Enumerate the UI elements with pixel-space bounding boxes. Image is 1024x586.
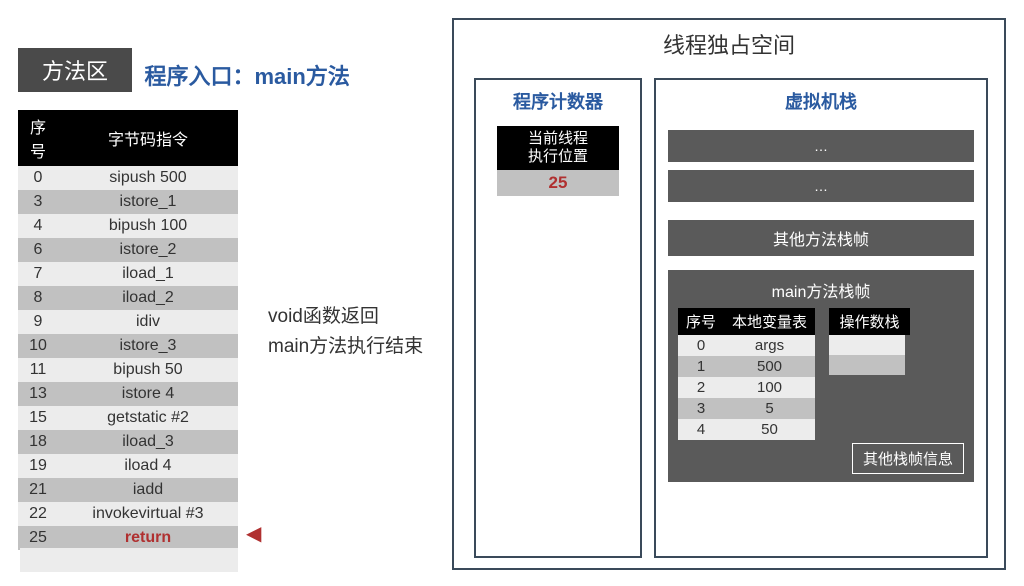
bytecode-instruction: iload_1 bbox=[58, 262, 238, 286]
bytecode-row: 19iload 4 bbox=[18, 454, 238, 478]
bytecode-index: 21 bbox=[18, 478, 58, 502]
locals-row: 2100 bbox=[678, 377, 815, 398]
stack-frame-slot: … bbox=[668, 170, 974, 202]
locals-header-index: 序号 bbox=[678, 308, 724, 335]
bytecode-instruction: iload 4 bbox=[58, 454, 238, 478]
locals-header-var: 本地变量表 bbox=[724, 308, 815, 335]
col-header-instruction: 字节码指令 bbox=[58, 110, 238, 166]
program-entry-label: 程序入口：main方法 bbox=[144, 59, 349, 91]
bytecode-row: 3istore_1 bbox=[18, 190, 238, 214]
operand-stack-slot bbox=[829, 335, 905, 355]
operand-stack-header: 操作数栈 bbox=[829, 308, 909, 335]
bytecode-instruction: return bbox=[58, 526, 238, 550]
bytecode-instruction: bipush 50 bbox=[58, 358, 238, 382]
locals-index: 1 bbox=[678, 356, 724, 377]
bytecode-index: 13 bbox=[18, 382, 58, 406]
locals-value: 500 bbox=[724, 356, 815, 377]
bytecode-instruction: iload_2 bbox=[58, 286, 238, 310]
method-area-tag: 方法区 bbox=[18, 48, 132, 92]
bytecode-row: 18iload_3 bbox=[18, 430, 238, 454]
bytecode-row: 4bipush 100 bbox=[18, 214, 238, 238]
bytecode-instruction: getstatic #2 bbox=[58, 406, 238, 430]
program-counter-box: 当前线程 执行位置 25 bbox=[497, 126, 619, 196]
locals-table: 序号 本地变量表 0args1500210035450 bbox=[678, 308, 815, 440]
bytecode-index: 7 bbox=[18, 262, 58, 286]
bytecode-index: 22 bbox=[18, 502, 58, 526]
bytecode-index: 19 bbox=[18, 454, 58, 478]
locals-value: args bbox=[724, 335, 815, 356]
bytecode-row: 11bipush 50 bbox=[18, 358, 238, 382]
bytecode-index: 25 bbox=[18, 526, 58, 550]
locals-value: 50 bbox=[724, 419, 815, 440]
bytecode-instruction: istore_1 bbox=[58, 190, 238, 214]
pc-current-value: 25 bbox=[497, 170, 619, 196]
bytecode-row: 25return bbox=[18, 526, 238, 550]
bytecode-index: 0 bbox=[18, 166, 58, 190]
col-header-index: 序号 bbox=[18, 110, 58, 166]
locals-row: 0args bbox=[678, 335, 815, 356]
current-instruction-pointer-icon: ◀ bbox=[246, 521, 261, 546]
bytecode-row: 22invokevirtual #3 bbox=[18, 502, 238, 526]
bytecode-index: 4 bbox=[18, 214, 58, 238]
program-counter-label: 程序计数器 bbox=[476, 80, 640, 122]
bytecode-index: 3 bbox=[18, 190, 58, 214]
bytecode-row: 6istore_2 bbox=[18, 238, 238, 262]
bytecode-row: 15getstatic #2 bbox=[18, 406, 238, 430]
bytecode-index: 6 bbox=[18, 238, 58, 262]
pc-header-line-1: 当前线程 bbox=[528, 130, 588, 147]
locals-row: 35 bbox=[678, 398, 815, 419]
other-frame-info-label: 其他栈帧信息 bbox=[852, 443, 964, 474]
program-counter-panel: 程序计数器 当前线程 执行位置 25 bbox=[474, 78, 642, 558]
bytecode-index: 10 bbox=[18, 334, 58, 358]
annotation-text: void函数返回 main方法执行结束 bbox=[268, 302, 423, 363]
locals-value: 100 bbox=[724, 377, 815, 398]
bytecode-table: 序号 字节码指令 0sipush 5003istore_14bipush 100… bbox=[18, 110, 238, 550]
locals-index: 4 bbox=[678, 419, 724, 440]
decorative-shadow bbox=[20, 548, 238, 572]
vm-stack-label: 虚拟机栈 bbox=[656, 80, 986, 122]
annotation-line-2: main方法执行结束 bbox=[268, 332, 423, 362]
bytecode-row: 10istore_3 bbox=[18, 334, 238, 358]
bytecode-row: 21iadd bbox=[18, 478, 238, 502]
other-frames-label: 其他方法栈帧 bbox=[668, 220, 974, 256]
main-method-frame: main方法栈帧 序号 本地变量表 0args1500210035450 操作数… bbox=[668, 270, 974, 482]
bytecode-row: 0sipush 500 bbox=[18, 166, 238, 190]
stack-frame-slot: … bbox=[668, 130, 974, 162]
operand-stack-slot bbox=[829, 355, 905, 375]
thread-space-title: 线程独占空间 bbox=[454, 20, 1004, 66]
bytecode-instruction: invokevirtual #3 bbox=[58, 502, 238, 526]
locals-value: 5 bbox=[724, 398, 815, 419]
locals-index: 2 bbox=[678, 377, 724, 398]
method-area: 方法区 程序入口：main方法 序号 字节码指令 0sipush 5003ist… bbox=[18, 48, 438, 550]
pc-box-header: 当前线程 执行位置 bbox=[497, 126, 619, 170]
bytecode-instruction: istore 4 bbox=[58, 382, 238, 406]
bytecode-instruction: iadd bbox=[58, 478, 238, 502]
bytecode-index: 15 bbox=[18, 406, 58, 430]
bytecode-row: 9idiv bbox=[18, 310, 238, 334]
bytecode-row: 8iload_2 bbox=[18, 286, 238, 310]
bytecode-instruction: istore_3 bbox=[58, 334, 238, 358]
bytecode-index: 9 bbox=[18, 310, 58, 334]
locals-row: 450 bbox=[678, 419, 815, 440]
pc-header-line-2: 执行位置 bbox=[528, 148, 588, 165]
thread-space-panel: 线程独占空间 程序计数器 当前线程 执行位置 25 虚拟机栈 … … 其他方法栈… bbox=[452, 18, 1006, 570]
operand-stack-column: 操作数栈 bbox=[829, 308, 909, 375]
annotation-line-1: void函数返回 bbox=[268, 302, 423, 332]
bytecode-index: 11 bbox=[18, 358, 58, 382]
bytecode-row: 13istore 4 bbox=[18, 382, 238, 406]
vm-stack-panel: 虚拟机栈 … … 其他方法栈帧 main方法栈帧 序号 本地变量表 0args1… bbox=[654, 78, 988, 558]
locals-index: 0 bbox=[678, 335, 724, 356]
bytecode-index: 8 bbox=[18, 286, 58, 310]
bytecode-instruction: istore_2 bbox=[58, 238, 238, 262]
bytecode-instruction: sipush 500 bbox=[58, 166, 238, 190]
bytecode-instruction: iload_3 bbox=[58, 430, 238, 454]
bytecode-index: 18 bbox=[18, 430, 58, 454]
main-frame-title: main方法栈帧 bbox=[678, 278, 964, 302]
bytecode-instruction: bipush 100 bbox=[58, 214, 238, 238]
bytecode-instruction: idiv bbox=[58, 310, 238, 334]
locals-index: 3 bbox=[678, 398, 724, 419]
locals-row: 1500 bbox=[678, 356, 815, 377]
bytecode-row: 7iload_1 bbox=[18, 262, 238, 286]
